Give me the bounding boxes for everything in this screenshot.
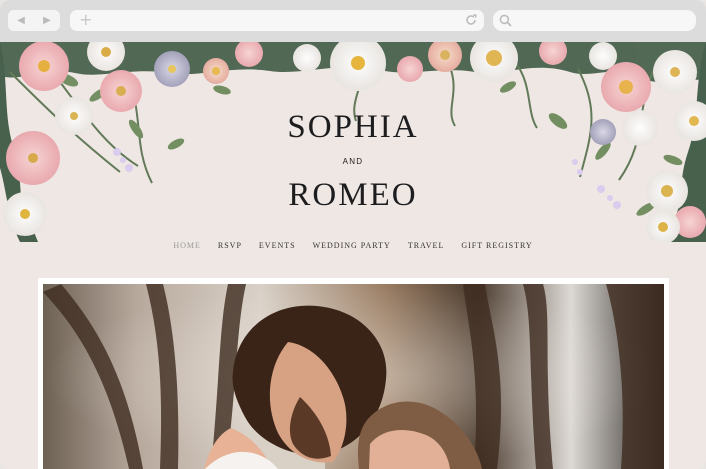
reload-icon[interactable] — [465, 14, 477, 26]
browser-chrome: ◀ ▶ + — [0, 0, 706, 42]
couple-name-primary: SOPHIA — [287, 109, 419, 145]
site-navigation: HOME RSVP EVENTS WEDDING PARTY TRAVEL GI… — [0, 241, 706, 255]
browser-window: ◀ ▶ + SOPHIA AND ROMEO HOME RSVP EVENTS … — [0, 0, 706, 469]
plus-icon[interactable]: + — [79, 12, 92, 28]
address-bar[interactable]: + — [70, 10, 484, 31]
history-navigation: ◀ ▶ — [8, 10, 60, 31]
couple-name-secondary: ROMEO — [288, 177, 418, 213]
forward-icon[interactable]: ▶ — [43, 15, 51, 26]
nav-home[interactable]: HOME — [173, 241, 201, 255]
nav-gift-registry[interactable]: GIFT REGISTRY — [461, 241, 532, 255]
nav-wedding-party[interactable]: WEDDING PARTY — [313, 241, 391, 255]
couple-photo — [43, 284, 664, 469]
name-connector: AND — [342, 157, 364, 166]
search-icon — [499, 14, 512, 27]
back-icon[interactable]: ◀ — [17, 15, 25, 26]
nav-travel[interactable]: TRAVEL — [408, 241, 445, 255]
browser-search-field[interactable] — [493, 10, 696, 31]
nav-events[interactable]: EVENTS — [259, 241, 296, 255]
nav-rsvp[interactable]: RSVP — [218, 241, 242, 255]
wedding-site-page: SOPHIA AND ROMEO HOME RSVP EVENTS WEDDIN… — [0, 42, 706, 469]
